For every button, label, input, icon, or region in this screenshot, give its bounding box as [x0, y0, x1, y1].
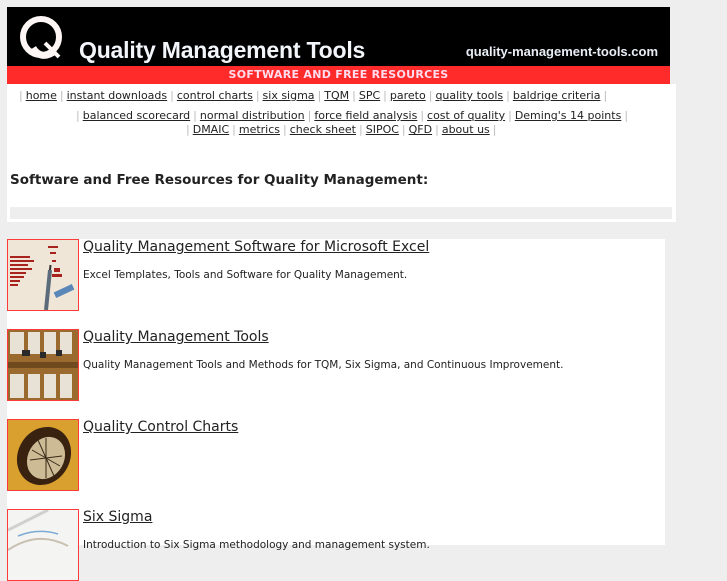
nav-link-dmaic[interactable]: DMAIC — [193, 123, 229, 136]
intro-heading: Software and Free Resources for Quality … — [10, 172, 429, 188]
nav-link-check-sheet[interactable]: check sheet — [290, 123, 356, 136]
nav-separator: | — [624, 109, 629, 122]
nav-separator: | — [59, 89, 64, 102]
compass-thumbnail[interactable] — [7, 419, 79, 491]
nav-link-pareto[interactable]: pareto — [390, 89, 426, 102]
site-title: Quality Management Tools — [79, 37, 366, 63]
nav-link-baldrige-criteria[interactable]: baldrige criteria — [513, 89, 601, 102]
resource-list: Quality Management Software for Microsof… — [7, 239, 665, 581]
nav-separator: | — [307, 109, 312, 122]
nav-separator: | — [283, 123, 287, 136]
nav-separator: | — [317, 89, 322, 102]
logo-q-icon[interactable] — [19, 15, 67, 63]
nav-row-3: | DMAIC | metrics | check sheet | SIPOC | QFD | abo… — [183, 123, 499, 136]
item-title-link[interactable]: Six Sigma — [83, 509, 152, 525]
nav-separator: | — [193, 109, 197, 122]
nav-separator: | — [359, 123, 363, 136]
item-title-link[interactable]: Quality Management Tools — [83, 329, 269, 345]
nav-link-force-field-analysis[interactable]: force field analysis — [314, 109, 417, 122]
nav-separator: | — [170, 89, 174, 102]
nav-link-tqm[interactable]: TQM — [324, 89, 349, 102]
item-description: Quality Management Tools and Methods for… — [83, 359, 564, 371]
item-description: Introduction to Six Sigma methodology an… — [83, 539, 430, 551]
nav-separator: | — [255, 89, 260, 102]
nav-link-cost-of-quality[interactable]: cost of quality — [427, 109, 505, 122]
nav-link-about-us[interactable]: about us — [442, 123, 490, 136]
nav-link-six-sigma[interactable]: six sigma — [263, 89, 315, 102]
nav-separator: | — [420, 109, 425, 122]
nav-separator: | — [232, 123, 236, 136]
chart-thumbnail[interactable] — [7, 239, 79, 311]
nav-separator: | — [492, 123, 497, 136]
graph-thumbnail[interactable] — [7, 509, 79, 581]
nav-separator: | — [19, 89, 23, 102]
nav-separator: | — [435, 123, 439, 136]
nav-separator: | — [603, 89, 608, 102]
nav-link-balanced-scorecard[interactable]: balanced scorecard — [83, 109, 190, 122]
nav-link-sipoc[interactable]: SIPOC — [366, 123, 399, 136]
site-domain: quality-management-tools.com — [465, 44, 658, 59]
nav-link-control-charts[interactable]: control charts — [177, 89, 253, 102]
nav-separator: | — [76, 109, 80, 122]
nav-link-home[interactable]: home — [26, 89, 57, 102]
nav-link-spc[interactable]: SPC — [359, 89, 380, 102]
nav-row-2: | balanced scorecard | normal distribution |… — [73, 109, 631, 122]
nav-separator: | — [508, 109, 512, 122]
site-header: Quality Management Tools quality-managem… — [7, 7, 670, 66]
tagline-banner: SOFTWARE AND FREE RESOURCES — [7, 66, 670, 84]
nav-link-instant-downloads[interactable]: instant downloads — [67, 89, 168, 102]
nav-row-1: | home | instant downloads | control charts | s… — [16, 89, 610, 102]
nav-link-normal-distribution[interactable]: normal distribution — [200, 109, 305, 122]
intro-divider-bar — [10, 207, 672, 219]
nav-separator: | — [401, 123, 406, 136]
nav-link-qfd[interactable]: QFD — [409, 123, 432, 136]
item-description: Excel Templates, Tools and Software for … — [83, 269, 408, 281]
drawers-thumbnail[interactable] — [7, 329, 79, 401]
nav-separator: | — [428, 89, 433, 102]
nav-link-deming-s-14-points[interactable]: Deming's 14 points — [515, 109, 622, 122]
item-title-link[interactable]: Quality Management Software for Microsof… — [83, 239, 429, 255]
nav-link-quality-tools[interactable]: quality tools — [435, 89, 503, 102]
nav-separator: | — [186, 123, 190, 136]
navigation-panel: | home | instant downloads | control charts | s… — [7, 84, 676, 222]
nav-link-metrics[interactable]: metrics — [239, 123, 280, 136]
nav-separator: | — [506, 89, 510, 102]
item-title-link[interactable]: Quality Control Charts — [83, 419, 238, 435]
nav-separator: | — [383, 89, 387, 102]
nav-separator: | — [352, 89, 356, 102]
